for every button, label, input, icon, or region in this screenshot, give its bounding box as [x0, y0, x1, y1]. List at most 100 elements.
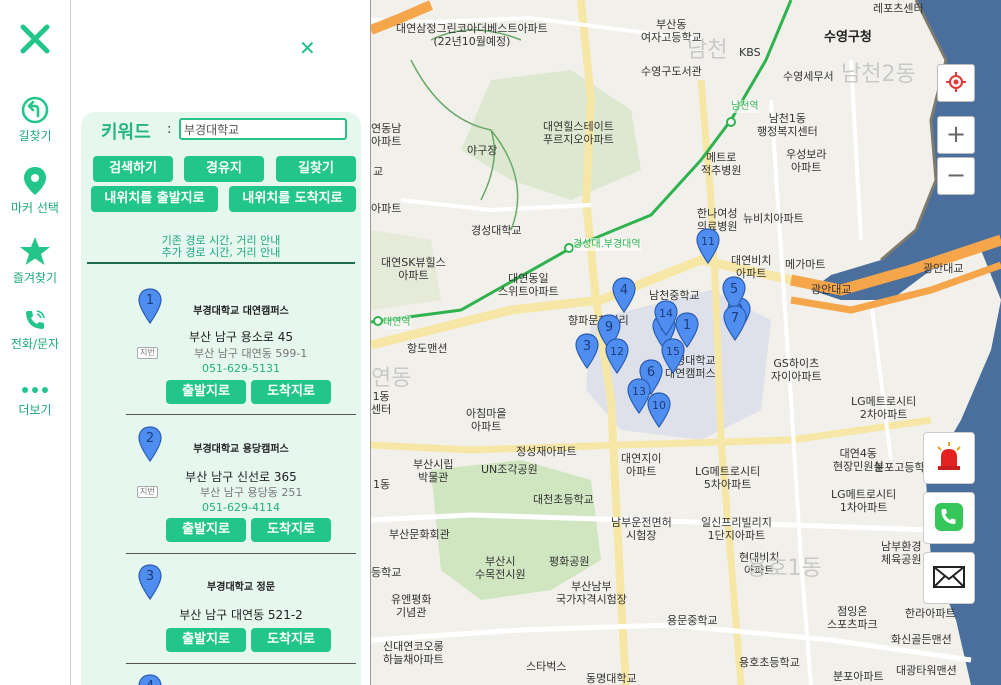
map-place-label[interactable]: 수영구청 — [824, 31, 872, 44]
map-place-label[interactable]: 경성대학교 — [471, 224, 522, 237]
map-place-label[interactable]: 정성재아파트 — [516, 445, 577, 458]
map-place-label[interactable]: 연동 — [371, 368, 411, 390]
map-place-label[interactable]: 부산남부 국가자격시험장 — [556, 580, 627, 606]
map-marker[interactable]: 12 — [605, 338, 629, 374]
map-marker[interactable]: 4 — [612, 277, 636, 313]
map-place-label[interactable]: LG메트로시티 5차아파트 — [695, 465, 760, 491]
set-end-button[interactable]: 도착지로 — [251, 628, 331, 652]
map-place-label[interactable]: 수영구도서관 — [641, 65, 702, 78]
map-place-label[interactable]: 아파트 — [371, 202, 401, 215]
map-place-label[interactable]: 스타벅스 — [526, 660, 566, 673]
panel-close-icon[interactable]: ✕ — [299, 38, 316, 58]
map-place-label[interactable]: 우성보라 아파트 — [786, 148, 826, 174]
subway-station-label[interactable]: 경성대.부경대역 — [573, 238, 641, 251]
map-marker[interactable]: 14 — [654, 300, 678, 336]
my-location-end-button[interactable]: 내위치를 도착지로 — [229, 186, 356, 212]
map-place-label[interactable]: 분포아파트 — [833, 670, 884, 683]
map-place-label[interactable]: 남천2동 — [841, 64, 916, 86]
subway-station-label[interactable]: 대연역 — [383, 316, 411, 329]
set-start-button[interactable]: 출발지로 — [166, 380, 246, 404]
map-place-label[interactable]: 평화공원 — [549, 555, 589, 568]
map-place-label[interactable]: 대연동일 스위트아파트 — [498, 272, 559, 298]
map-place-label[interactable]: 수영세무서 — [783, 70, 834, 83]
set-start-button[interactable]: 출발지로 — [166, 628, 246, 652]
map-place-label[interactable]: 점잉온 스포츠파크 — [827, 605, 878, 631]
map-place-label[interactable]: UN조각공원 — [481, 463, 538, 476]
map-place-label[interactable]: 1동 — [373, 478, 390, 491]
search-button[interactable]: 검색하기 — [93, 156, 173, 182]
current-location-button[interactable] — [937, 64, 975, 102]
map-place-label[interactable]: 대광타워맨션 — [896, 664, 957, 677]
map-marker[interactable]: 11 — [696, 228, 720, 264]
map-place-label[interactable]: 용문중학교 — [667, 614, 718, 627]
zoom-in-button[interactable]: + — [937, 116, 975, 154]
close-icon[interactable] — [18, 22, 52, 56]
keyword-input[interactable] — [179, 118, 347, 140]
map-place-label[interactable]: 등학교 — [371, 566, 401, 579]
emergency-button[interactable] — [923, 432, 975, 484]
my-location-start-button[interactable]: 내위치를 출발지로 — [91, 186, 218, 212]
map-place-label[interactable]: 1동 센터 — [371, 390, 391, 416]
map-place-label[interactable]: 남부운전면허 시험장 — [611, 516, 672, 542]
rail-marker-button[interactable]: 마커 선택 — [0, 166, 70, 216]
set-end-button[interactable]: 도착지로 — [251, 380, 331, 404]
map-place-label[interactable]: 아침마을 아파트 — [466, 407, 506, 433]
map-place-label[interactable]: 대연삼정그린코아더베스트아파트 (22년10월예정) — [396, 22, 548, 48]
zoom-out-button[interactable]: − — [937, 157, 975, 195]
rail-more-button[interactable]: 더보기 — [0, 382, 70, 418]
map-marker[interactable]: 3 — [575, 333, 599, 369]
map-place-label[interactable]: 메트로 적추병원 — [701, 151, 741, 177]
map-place-label[interactable]: 부산문화회관 — [389, 528, 450, 541]
map-place-label[interactable]: 야구장 — [467, 144, 497, 157]
result-phone[interactable]: 051-629-5131 — [126, 362, 356, 375]
map-place-label[interactable]: 동명대학교 — [586, 672, 637, 685]
map-place-label[interactable]: 부산시립 박물관 — [413, 458, 453, 484]
call-button[interactable] — [923, 492, 975, 544]
map-view[interactable]: 대연삼정그린코아더베스트아파트 (22년10월예정) 부산동 여자고등학교 KBS 수영구… — [371, 0, 1001, 685]
map-place-label[interactable]: 항도맨션 — [407, 342, 447, 355]
map-place-label[interactable]: LG메트로시티 1차아파트 — [831, 488, 896, 514]
map-place-label[interactable]: 신대연코오롱 하늘채아파트 — [383, 640, 444, 666]
subway-station-label[interactable]: 남천역 — [731, 100, 759, 113]
map-place-label[interactable]: KBS — [739, 46, 761, 59]
set-end-button[interactable]: 도착지로 — [251, 518, 331, 542]
map-place-label[interactable]: 광안대교 — [811, 283, 851, 296]
rail-favorites-button[interactable]: 즐겨찾기 — [0, 236, 70, 286]
map-place-label[interactable]: 용호1동 — [747, 558, 822, 580]
map-place-label[interactable]: 대연SK뷰힐스 아파트 — [381, 256, 446, 282]
map-place-label[interactable]: 대연지이 아파트 — [621, 452, 661, 478]
result-name: 부경대학교 대연캠퍼스 — [193, 306, 289, 317]
map-place-label[interactable]: 교 — [373, 165, 383, 178]
map-place-label[interactable]: 메가마트 — [785, 258, 825, 271]
rail-phone-button[interactable]: 전화/문자 — [0, 308, 70, 352]
map-place-label[interactable]: 화신골든맨션 — [891, 633, 952, 646]
waypoint-button[interactable]: 경유지 — [184, 156, 264, 182]
rail-route-button[interactable]: 길찾기 — [0, 96, 70, 144]
route-button[interactable]: 길찾기 — [276, 156, 356, 182]
map-place-label[interactable]: 일신프리빌리지 1단지아파트 — [701, 516, 772, 542]
map-place-label[interactable]: 남천1동 행정복지센터 — [757, 112, 818, 138]
result-phone[interactable]: 051-629-4114 — [126, 501, 356, 514]
message-button[interactable] — [923, 552, 975, 604]
more-dots-icon — [0, 382, 70, 398]
star-icon — [0, 236, 70, 266]
set-start-button[interactable]: 출발지로 — [166, 518, 246, 542]
map-place-label[interactable]: 광안대교 — [923, 262, 963, 275]
map-place-label[interactable]: 부산시 수목전시원 — [475, 555, 526, 581]
map-place-label[interactable]: 연동남 아파트 — [371, 122, 401, 148]
map-place-label[interactable]: 대천초등학교 — [533, 493, 594, 506]
phone-icon — [0, 308, 70, 332]
map-place-label[interactable]: LG메트로시티 2차아파트 — [851, 395, 916, 421]
map-place-label[interactable]: 뉴비치아파트 — [743, 212, 804, 225]
map-place-label[interactable]: 용호초등학교 — [739, 656, 800, 669]
map-marker[interactable]: 15 — [661, 338, 685, 374]
map-place-label[interactable]: 유엔평화 기념관 — [391, 593, 431, 619]
map-place-label[interactable]: 한라아파트 — [905, 607, 956, 620]
map-place-label[interactable]: 대연힐스테이트 푸르지오아파트 — [543, 120, 614, 146]
map-place-label[interactable]: GS하이츠 자이아파트 — [771, 357, 822, 383]
map-place-label[interactable]: 레포츠센터 — [873, 2, 924, 15]
map-marker[interactable]: 7 — [723, 305, 747, 341]
map-place-label[interactable]: 남천 — [687, 40, 727, 62]
map-place-label[interactable]: 남부환경 체육공원 — [881, 540, 921, 566]
map-marker[interactable]: 13 — [627, 378, 651, 414]
